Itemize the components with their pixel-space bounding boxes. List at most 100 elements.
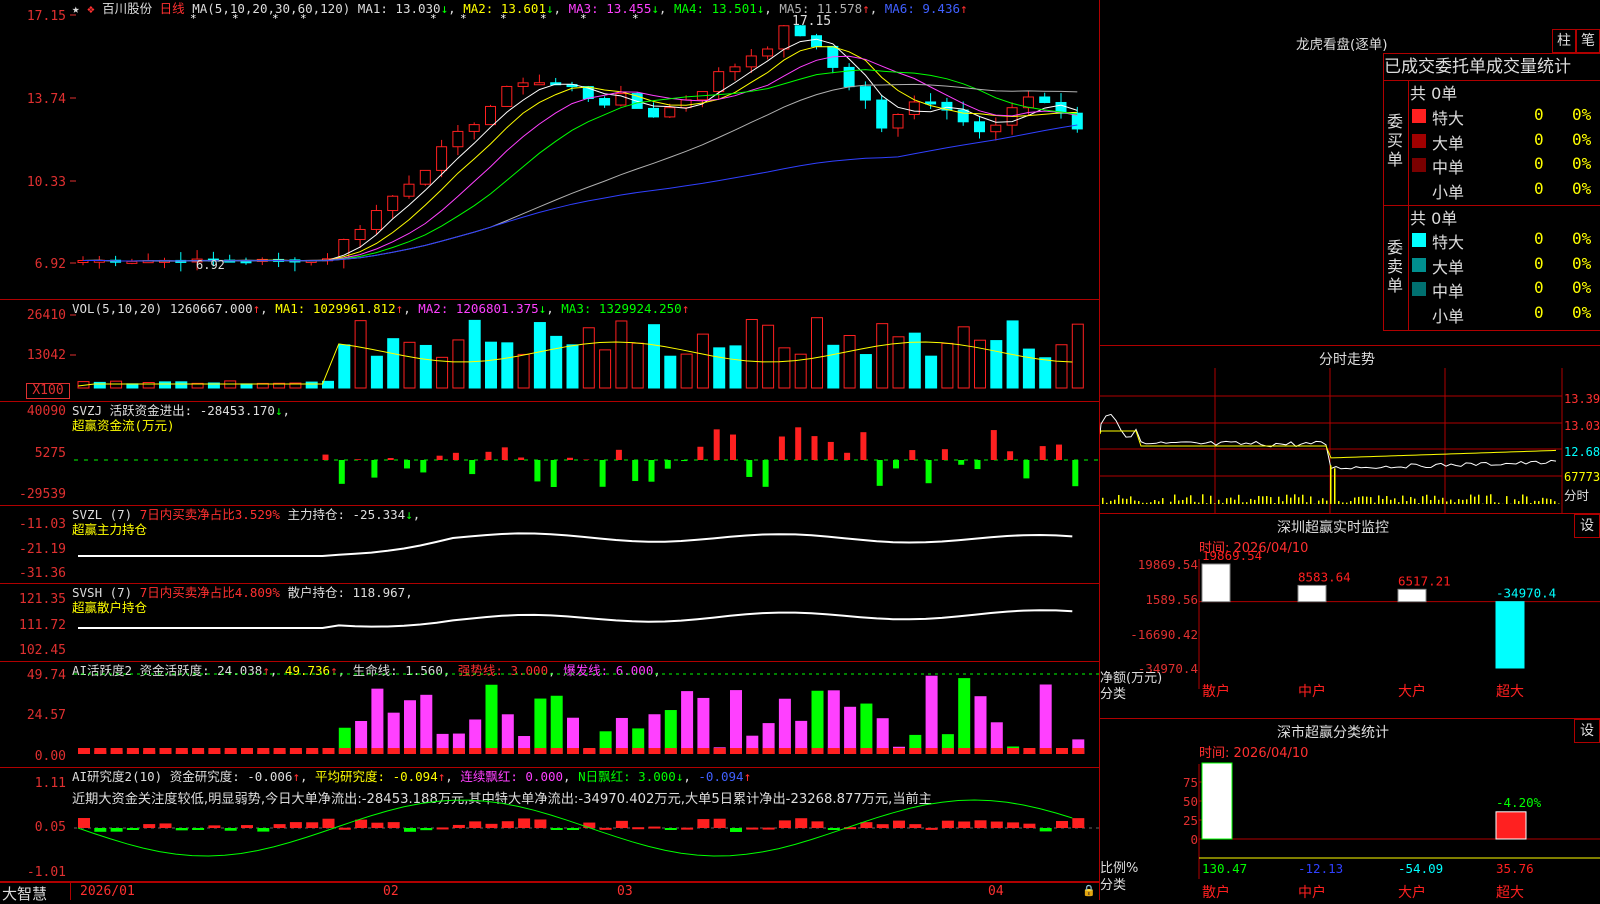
order-color-swatch <box>1412 109 1426 123</box>
intraday-volume-bar <box>1150 502 1152 504</box>
volume-bar <box>111 381 122 388</box>
tab-orders[interactable]: 委托单 <box>1435 57 1486 77</box>
activity-bar <box>860 704 872 754</box>
volume-unit[interactable]: X100 <box>26 383 70 399</box>
order-type-label: 大单 <box>1432 254 1464 278</box>
y-tick: 26410 <box>0 309 66 323</box>
category-label: 大户 <box>1398 683 1426 700</box>
flow-bar <box>942 449 948 460</box>
research-bar <box>290 822 302 828</box>
ai-activity-panel[interactable]: AI活跃度2 资金活跃度: 24.038↑, 49.736↑, 生命线: 1.5… <box>0 662 1100 768</box>
volume-bar <box>746 320 757 388</box>
activity-bar <box>404 700 416 754</box>
intraday-tick: 67773 <box>1564 470 1600 484</box>
y-tick-label: 0 <box>1190 832 1198 847</box>
ma-line <box>83 56 1077 261</box>
category-label: 大户 <box>1398 884 1426 901</box>
candle <box>453 131 463 146</box>
tab-volume[interactable]: 成交量 <box>1486 57 1537 77</box>
column-button[interactable]: 柱 <box>1552 29 1576 53</box>
intraday-panel[interactable]: 分时走势 13.39 13.03 12.68 67773 分时 <box>1100 345 1600 513</box>
research-bar <box>665 828 677 830</box>
activity-base <box>1023 748 1035 754</box>
lock-icon[interactable]: 🔒 <box>1082 884 1096 897</box>
intraday-volume-bar <box>1494 502 1496 504</box>
intraday-volume-bar <box>1154 500 1156 504</box>
research-bar <box>1040 828 1052 831</box>
tab-stats[interactable]: 统计 <box>1537 57 1571 77</box>
y-tick-label: 1589.56 <box>1145 592 1198 607</box>
volume-bar <box>812 318 823 388</box>
tab-done[interactable]: 已成交 <box>1384 57 1435 77</box>
y-tick: 49.74 <box>0 669 66 683</box>
activity-base <box>714 748 726 754</box>
activity-base <box>616 748 628 754</box>
research-bar <box>534 819 546 828</box>
order-pct: 0% <box>1572 254 1591 273</box>
intraday-volume-bar <box>1222 503 1224 504</box>
flow-bar <box>649 460 655 482</box>
intraday-volume-bar <box>1454 502 1456 504</box>
flow-bar <box>1040 446 1046 460</box>
volume-bar <box>486 342 497 388</box>
intraday-volume-bar <box>1338 501 1340 504</box>
candle <box>763 49 773 56</box>
svzl-chart <box>70 506 1100 584</box>
x-tick: 02 <box>383 884 399 899</box>
y-tick: 6.92 <box>0 258 66 272</box>
flow-bar <box>567 458 573 460</box>
candle <box>371 211 381 230</box>
ai-activity-chart <box>70 662 1100 768</box>
research-bar <box>812 821 824 828</box>
volume-panel[interactable]: VOL(5,10,20) 1260667.000↑, MA1: 1029961.… <box>0 300 1100 402</box>
flow-bar <box>975 460 981 469</box>
star-mark: * <box>500 12 507 25</box>
volume-bar <box>94 382 105 388</box>
svsh-panel[interactable]: SVSH (7) 7日内买卖净占比4.809% 散户持仓: 118.967, 超… <box>0 584 1100 662</box>
y-tick-label: 25 <box>1183 813 1198 828</box>
svzj-panel[interactable]: SVZJ 活跃资金进出: -28453.170↓, 超赢资金流(万元) 4009… <box>0 402 1100 506</box>
intraday-volume-bar <box>1446 501 1448 504</box>
star-mark: * <box>430 12 437 25</box>
research-bar <box>828 828 840 830</box>
research-bar <box>274 824 286 828</box>
kline-panel[interactable]: ★ ❖ 百川股份 日线 MA(5,10,20,30,60,120) MA1: 1… <box>0 0 1100 300</box>
volume-bar <box>551 336 562 388</box>
intraday-volume-bar <box>1218 500 1220 504</box>
svzl-panel[interactable]: SVZL (7) 7日内买卖净占比3.529% 主力持仓: -25.334↓, … <box>0 506 1100 584</box>
research-bar <box>616 821 628 828</box>
monitor-panel[interactable]: 深圳超赢实时监控 设 时间: 2026/04/10 19869.541589.5… <box>1100 513 1600 718</box>
candle <box>730 67 740 72</box>
kline-chart[interactable]: ********** <box>70 0 1100 300</box>
intraday-volume-bar <box>1418 503 1420 504</box>
intraday-volume-bar <box>1302 495 1304 504</box>
volume-bar <box>388 339 399 388</box>
ai-research-panel[interactable]: AI研究度2(10) 资金研究度: -0.006↑, 平均研究度: -0.094… <box>0 768 1100 882</box>
research-bar <box>388 822 400 828</box>
stroke-button[interactable]: 笔 <box>1576 29 1600 53</box>
intraday-volume-bar <box>1138 501 1140 504</box>
intraday-volume-bar <box>1410 497 1412 504</box>
intraday-volume-bar <box>1170 502 1172 504</box>
volume-bar <box>306 382 317 388</box>
intraday-tick: 13.39 <box>1564 392 1600 406</box>
research-bar <box>730 828 742 832</box>
intraday-volume-bar <box>1270 497 1272 504</box>
activity-base <box>208 748 220 754</box>
flow-bar <box>355 459 361 460</box>
classify-panel[interactable]: 深市超赢分类统计 设 时间: 2026/04/10 7550250130.47散… <box>1100 718 1600 900</box>
x-tick: 04 <box>988 884 1004 899</box>
volume-bar <box>730 346 741 388</box>
y-tick: 24.57 <box>0 709 66 723</box>
volume-bar <box>893 337 904 388</box>
research-bar <box>1056 821 1068 828</box>
star-mark: * <box>540 12 547 25</box>
ma-line <box>83 84 1077 261</box>
research-bar <box>127 828 139 830</box>
intraday-volume-bar <box>1414 499 1416 504</box>
flow-bar <box>1023 460 1029 478</box>
intraday-volume-bar <box>1354 498 1356 504</box>
intraday-volume-bar <box>1426 495 1428 504</box>
candle <box>518 83 528 87</box>
activity-bar <box>926 676 938 754</box>
